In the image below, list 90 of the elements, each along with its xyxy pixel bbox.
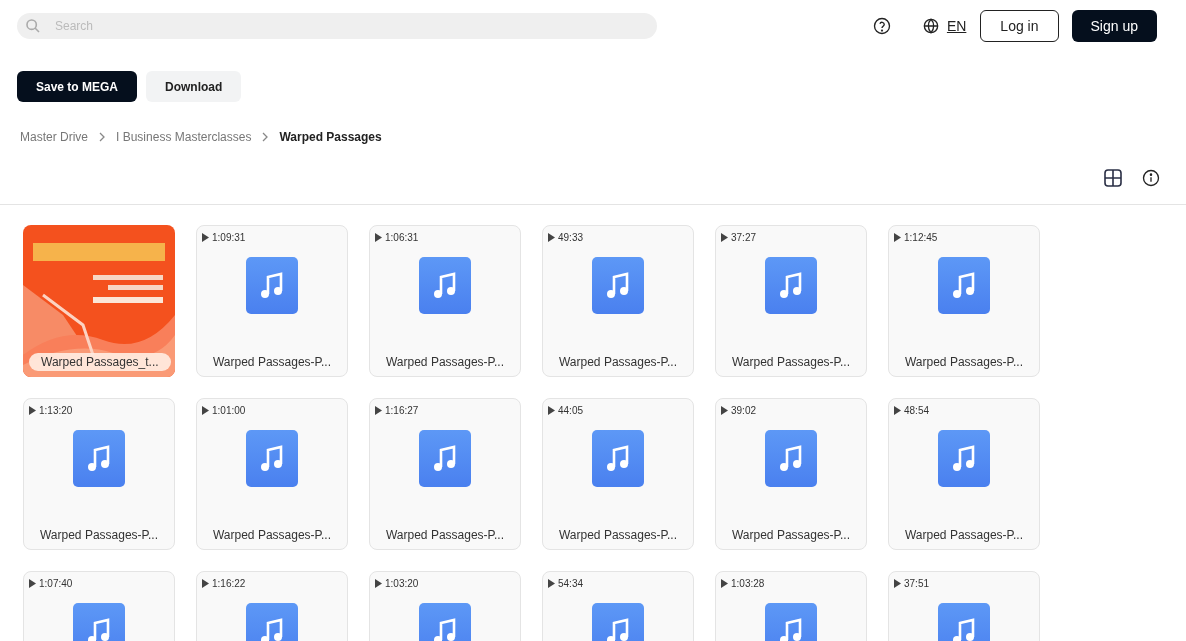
play-icon — [894, 406, 901, 415]
music-file-icon — [765, 430, 817, 487]
audio-card[interactable]: 1:16:27 Warped Passages-P... — [369, 398, 521, 550]
music-file-icon — [592, 430, 644, 487]
music-file-icon — [246, 257, 298, 314]
file-name: Warped Passages-P... — [385, 528, 505, 542]
audio-card[interactable]: 1:03:20 — [369, 571, 521, 641]
play-icon — [548, 233, 555, 242]
audio-card[interactable]: 54:34 — [542, 571, 694, 641]
file-name: Warped Passages-P... — [39, 528, 159, 542]
music-file-icon — [246, 430, 298, 487]
audio-card[interactable]: 1:13:20 Warped Passages-P... — [23, 398, 175, 550]
file-name: Warped Passages-P... — [731, 528, 851, 542]
music-file-icon — [938, 257, 990, 314]
login-button[interactable]: Log in — [980, 10, 1059, 42]
music-file-icon — [592, 257, 644, 314]
play-icon — [202, 233, 209, 242]
file-name: Warped Passages_t... — [29, 353, 171, 371]
duration-text: 1:16:22 — [212, 578, 246, 589]
file-name: Warped Passages-P... — [904, 355, 1024, 369]
duration-text: 1:06:31 — [385, 232, 419, 243]
duration-text: 1:03:20 — [385, 578, 419, 589]
play-icon — [375, 579, 382, 588]
duration-text: 1:16:27 — [385, 405, 419, 416]
globe-icon[interactable] — [922, 18, 939, 34]
play-icon — [375, 406, 382, 415]
play-icon — [202, 406, 209, 415]
file-name: Warped Passages-P... — [558, 528, 678, 542]
play-icon — [548, 406, 555, 415]
audio-card[interactable]: 1:01:00 Warped Passages-P... — [196, 398, 348, 550]
audio-card[interactable]: 1:03:28 — [715, 571, 867, 641]
breadcrumb-link[interactable]: Master Drive — [20, 130, 88, 144]
duration-text: 1:07:40 — [39, 578, 73, 589]
music-file-icon — [419, 257, 471, 314]
audio-card[interactable]: 1:12:45 Warped Passages-P... — [888, 225, 1040, 377]
duration-text: 1:09:31 — [212, 232, 246, 243]
duration-text: 44:05 — [558, 405, 584, 416]
duration-text: 49:33 — [558, 232, 584, 243]
chevron-icon — [98, 132, 106, 142]
play-icon — [29, 579, 36, 588]
play-icon — [202, 579, 209, 588]
download-button[interactable]: Download — [146, 71, 242, 102]
save-button[interactable]: Save to MEGA — [17, 71, 138, 102]
language-link[interactable]: EN — [946, 18, 967, 34]
duration-text: 48:54 — [904, 405, 930, 416]
breadcrumb-link[interactable]: Warped Passages — [279, 130, 382, 144]
audio-card[interactable]: 48:54 Warped Passages-P... — [888, 398, 1040, 550]
grid-view-icon[interactable] — [1104, 169, 1122, 187]
play-icon — [721, 579, 728, 588]
music-file-icon — [765, 257, 817, 314]
duration-text: 54:34 — [558, 578, 584, 589]
info-icon[interactable] — [1142, 169, 1160, 187]
duration-text: 1:01:00 — [212, 405, 246, 416]
search-icon — [25, 18, 41, 34]
audio-card[interactable]: 1:07:40 — [23, 571, 175, 641]
play-icon — [721, 233, 728, 242]
audio-card[interactable]: 37:51 — [888, 571, 1040, 641]
chevron-icon — [261, 132, 270, 142]
play-icon — [894, 579, 901, 588]
signup-button[interactable]: Sign up — [1071, 10, 1157, 42]
file-name: Warped Passages-P... — [212, 528, 332, 542]
duration-text: 1:03:28 — [731, 578, 765, 589]
file-name: Warped Passages-P... — [731, 355, 851, 369]
audio-card[interactable]: 1:09:31 Warped Passages-P... — [196, 225, 348, 377]
play-icon — [29, 406, 36, 415]
duration-text: 37:27 — [731, 232, 757, 243]
play-icon — [721, 406, 728, 415]
file-name: Warped Passages-P... — [558, 355, 678, 369]
file-name: Warped Passages-P... — [385, 355, 505, 369]
play-icon — [894, 233, 901, 242]
play-icon — [375, 233, 382, 242]
file-name: Warped Passages-P... — [212, 355, 332, 369]
music-file-icon — [419, 430, 471, 487]
music-file-icon — [938, 430, 990, 487]
play-icon — [548, 579, 555, 588]
breadcrumb-link[interactable]: I Business Masterclasses — [116, 130, 252, 144]
duration-text: 37:51 — [904, 578, 930, 589]
music-file-icon — [73, 430, 125, 487]
audio-card[interactable]: 1:16:22 — [196, 571, 348, 641]
audio-card[interactable]: 1:06:31 Warped Passages-P... — [369, 225, 521, 377]
audio-card[interactable]: 49:33 Warped Passages-P... — [542, 225, 694, 377]
image-card[interactable]: Warped Passages_t... — [23, 225, 175, 377]
audio-card[interactable]: 39:02 Warped Passages-P... — [715, 398, 867, 550]
help-icon[interactable] — [872, 17, 891, 35]
duration-text: 39:02 — [731, 405, 757, 416]
duration-text: 1:13:20 — [39, 405, 73, 416]
file-name: Warped Passages-P... — [904, 528, 1024, 542]
audio-card[interactable]: 44:05 Warped Passages-P... — [542, 398, 694, 550]
duration-text: 1:12:45 — [904, 232, 938, 243]
audio-card[interactable]: 37:27 Warped Passages-P... — [715, 225, 867, 377]
